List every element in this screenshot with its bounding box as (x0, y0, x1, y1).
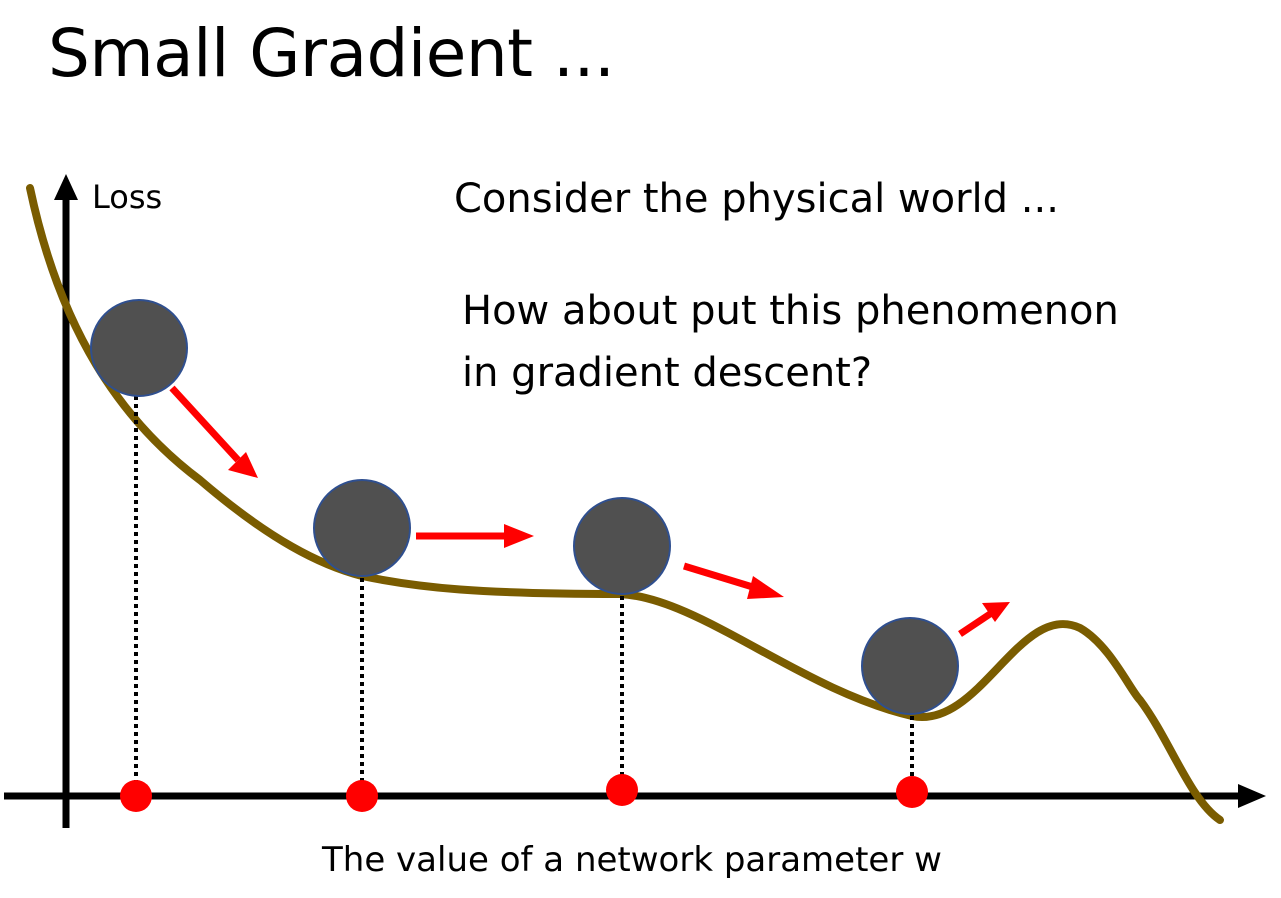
note-physical-world: Consider the physical world ... (454, 176, 1059, 222)
arrow-gentle-slope (416, 524, 534, 548)
note-gradient-descent-line-2: in gradient descent? (462, 350, 873, 396)
ball-local-minimum (861, 617, 959, 715)
ball-plateau (573, 497, 671, 595)
x-axis-label: The value of a network parameter w (322, 840, 942, 880)
x-point-2 (346, 780, 378, 812)
y-axis-arrowhead (54, 174, 78, 200)
note-gradient-descent-line-1: How about put this phenomenon (462, 288, 1119, 334)
y-axis-label: Loss (92, 178, 163, 216)
loss-landscape-diagram (4, 174, 1266, 828)
x-point-4 (896, 776, 928, 808)
arrow-plateau (682, 562, 784, 599)
x-point-1 (120, 780, 152, 812)
note-gradient-descent: How about put this phenomenon in gradien… (462, 280, 1119, 404)
x-axis-arrowhead (1238, 784, 1266, 808)
ball-steep-slope (90, 299, 188, 397)
ball-gentle-slope (313, 479, 411, 577)
arrow-local-minimum (958, 602, 1010, 637)
x-point-3 (606, 774, 638, 806)
